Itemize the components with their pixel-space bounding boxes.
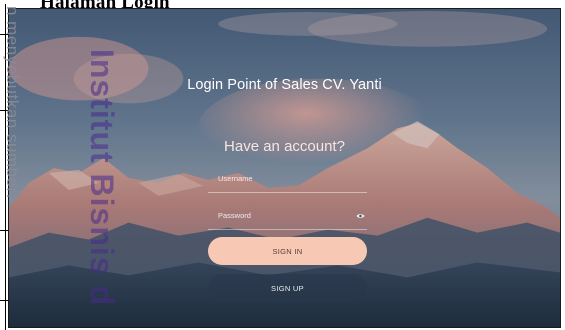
username-label: Username (218, 174, 253, 183)
margin-watermark: n menyebutkan sumber: (3, 6, 22, 199)
margin-tick (0, 300, 8, 301)
password-field[interactable]: Password (208, 209, 367, 230)
username-field[interactable]: Username (208, 172, 367, 193)
login-screen: Login Point of Sales CV. Yanti Have an a… (8, 8, 561, 328)
password-label: Password (218, 211, 251, 220)
eye-icon[interactable] (356, 213, 365, 219)
sign-up-button[interactable]: SIGN UP (208, 274, 367, 302)
institution-watermark: Institut Bisnis d (84, 49, 120, 306)
margin-tick (0, 230, 8, 231)
sign-in-button[interactable]: SIGN IN (208, 237, 367, 265)
